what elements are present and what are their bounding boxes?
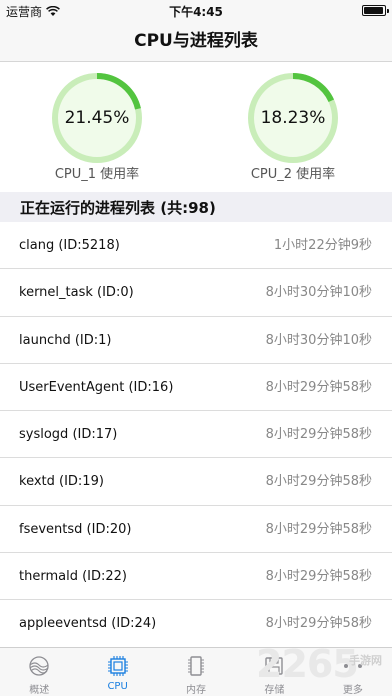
process-name: launchd (ID:1) xyxy=(19,332,112,348)
cpu-chip-icon xyxy=(107,656,128,676)
watermark-number: 2265 xyxy=(256,642,359,686)
process-row[interactable]: launchd (ID:1) 8小时30分钟10秒 xyxy=(0,317,392,364)
process-row[interactable]: fseventsd (ID:20) 8小时29分钟58秒 xyxy=(0,506,392,554)
process-row[interactable]: kextd (ID:19) 8小时29分钟58秒 xyxy=(0,458,392,506)
process-name: UserEventAgent (ID:16) xyxy=(19,379,174,395)
tab-memory-label: 内存 xyxy=(186,685,207,696)
process-name: appleeventsd (ID:24) xyxy=(19,616,157,632)
status-bar: 运营商 下午4:45 xyxy=(0,0,392,20)
tab-cpu[interactable]: CPU xyxy=(78,648,156,696)
process-row[interactable]: thermald (ID:22) 8小时29分钟58秒 xyxy=(0,553,392,601)
watermark-site: 手游网 xyxy=(349,654,382,667)
process-name: fseventsd (ID:20) xyxy=(19,521,132,537)
process-row[interactable]: UserEventAgent (ID:16) 8小时29分钟58秒 xyxy=(0,364,392,412)
cpu1-value: 21.45% xyxy=(64,108,130,128)
process-uptime: 1小时22分钟9秒 xyxy=(273,238,372,253)
process-name: kextd (ID:19) xyxy=(19,474,104,490)
tab-overview-label: 概述 xyxy=(29,685,50,696)
memory-chip-icon xyxy=(188,656,205,676)
cpu2-gauge: 18.23% xyxy=(245,70,341,166)
cpu-gauges: 21.45% CPU_1 使用率 18.23% CPU_2 使用率 xyxy=(0,62,392,192)
process-list: clang (ID:5218) 1小时22分钟9秒 kernel_task (I… xyxy=(0,222,392,648)
process-uptime: 8小时30分钟10秒 xyxy=(265,332,372,348)
status-time: 下午4:45 xyxy=(169,5,223,19)
process-name: kernel_task (ID:0) xyxy=(19,285,134,301)
process-row[interactable]: syslogd (ID:17) 8小时29分钟58秒 xyxy=(0,411,392,459)
process-uptime: 8小时29分钟58秒 xyxy=(265,569,372,585)
tab-cpu-label: CPU xyxy=(107,681,128,692)
nav-title: CPU与进程列表 xyxy=(0,20,392,62)
watermark-logo: 2265 手游网 xyxy=(256,638,386,692)
overview-icon xyxy=(29,656,49,676)
tab-overview[interactable]: 概述 xyxy=(0,648,78,696)
process-row[interactable]: clang (ID:5218) 1小时22分钟9秒 xyxy=(0,222,392,270)
cpu1-gauge: 21.45% xyxy=(49,70,145,166)
battery-icon xyxy=(362,5,389,16)
process-name: thermald (ID:22) xyxy=(19,569,127,585)
process-uptime: 8小时29分钟58秒 xyxy=(265,379,372,395)
process-uptime: 8小时30分钟10秒 xyxy=(265,285,372,301)
process-uptime: 8小时29分钟58秒 xyxy=(265,474,372,490)
process-uptime: 8小时29分钟58秒 xyxy=(265,521,372,537)
cpu2-label: CPU_2 使用率 xyxy=(250,167,336,182)
process-uptime: 8小时29分钟58秒 xyxy=(265,427,372,443)
tab-memory[interactable]: 内存 xyxy=(157,648,235,696)
cpu1-label: CPU_1 使用率 xyxy=(54,167,140,182)
process-name: clang (ID:5218) xyxy=(19,238,120,253)
process-name: syslogd (ID:17) xyxy=(19,427,118,443)
cpu2-value: 18.23% xyxy=(260,108,326,128)
process-row[interactable]: kernel_task (ID:0) 8小时30分钟10秒 xyxy=(0,269,392,317)
process-list-header: 正在运行的进程列表 (共:98) xyxy=(0,192,392,222)
